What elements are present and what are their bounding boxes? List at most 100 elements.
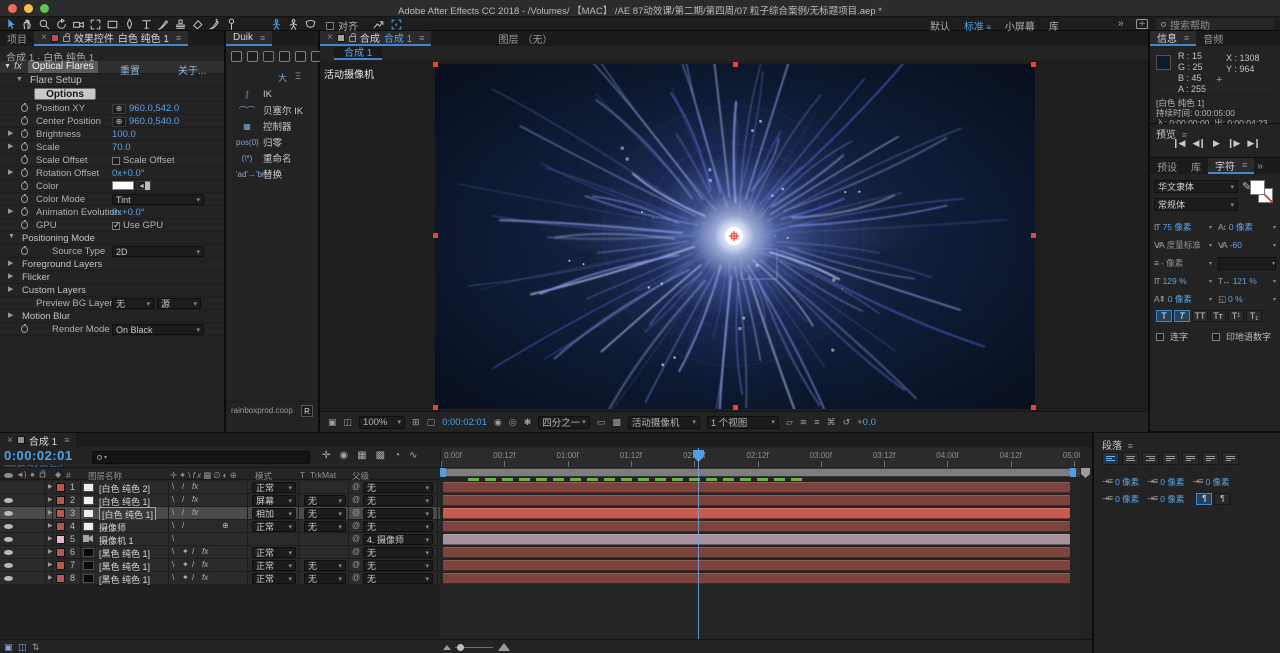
- timeline-layer-row-1[interactable]: ▶ 1 [白色 纯色 2] \ / fx 正常 ▾ @ 无 ▾: [0, 481, 440, 494]
- comp-subtab[interactable]: 合成 1: [334, 47, 383, 60]
- eyedropper-icon[interactable]: ◄█: [137, 181, 151, 190]
- stopwatch-icon[interactable]: [21, 324, 28, 333]
- label-color-chip[interactable]: [56, 548, 65, 557]
- tab-audio[interactable]: 音频: [1196, 31, 1230, 46]
- param-control[interactable]: 70.0: [112, 142, 218, 153]
- magnification-select[interactable]: 100% ▾: [359, 415, 406, 429]
- label-color-chip[interactable]: [56, 574, 65, 583]
- prev-frame-button[interactable]: ◀❙: [1192, 138, 1206, 149]
- timeline-layer-row-6[interactable]: ▶ 6 [黑色 纯色 1] \ ✦ / fx 正常 ▾ @ 无 ▾: [0, 546, 440, 559]
- color-swatch[interactable]: [112, 181, 134, 190]
- next-frame-button[interactable]: ❙▶: [1227, 138, 1241, 149]
- expand-layer-switches-icon[interactable]: ▣: [4, 642, 13, 653]
- group-arrow-icon[interactable]: ▶: [8, 311, 13, 319]
- tab-library[interactable]: 库: [1184, 158, 1208, 174]
- view-select[interactable]: 活动摄像机 ▾: [627, 415, 700, 429]
- panel-menu-icon[interactable]: ≡: [1184, 33, 1189, 43]
- comp-corner-handle[interactable]: [433, 405, 438, 410]
- switch-q-icon[interactable]: \: [172, 508, 174, 517]
- parent-pickwhip-icon[interactable]: @: [352, 573, 360, 582]
- stopwatch-icon[interactable]: [21, 142, 28, 151]
- duik-item-0[interactable]: ʃ IK: [226, 86, 318, 102]
- stopwatch-icon[interactable]: [21, 181, 28, 190]
- walk-cycle-icon[interactable]: [263, 51, 274, 62]
- comp-corner-handle[interactable]: [433, 62, 438, 67]
- all-caps-button[interactable]: TT: [1192, 310, 1208, 322]
- close-icon[interactable]: ×: [41, 32, 47, 43]
- region-of-interest-icon[interactable]: ▭: [597, 417, 606, 428]
- param-expand-icon[interactable]: ▶: [8, 129, 13, 137]
- param-control[interactable]: 100.0: [112, 129, 218, 140]
- param-control[interactable]: 2D ▾: [112, 246, 218, 257]
- space-after-field[interactable]: ⇥≡ 0 像素: [1147, 493, 1184, 505]
- panel-menu-icon[interactable]: ≡: [419, 33, 424, 43]
- indent-first-field[interactable]: ⇥≡ 0 像素: [1147, 476, 1184, 488]
- switch-s-icon[interactable]: /: [192, 547, 194, 556]
- effect-param-brightness[interactable]: ▶ Brightness 100.0: [0, 128, 224, 141]
- param-control[interactable]: On Black ▾: [112, 324, 218, 335]
- hand-tool[interactable]: [21, 18, 34, 31]
- resolution-select[interactable]: 四分之一 ▾: [538, 415, 590, 429]
- switch-fx-icon[interactable]: fx: [192, 508, 198, 517]
- expand-arrow-icon[interactable]: ▶: [48, 548, 53, 555]
- expand-arrow-icon[interactable]: ▶: [48, 496, 53, 503]
- ligatures-checkbox[interactable]: [1156, 332, 1164, 341]
- blend-mode-select[interactable]: 正常 ▾: [252, 547, 296, 558]
- superscript-button[interactable]: T¹: [1228, 310, 1244, 322]
- rotobrush-tool[interactable]: [208, 18, 221, 31]
- parent-pickwhip-icon[interactable]: @: [352, 521, 360, 530]
- param-value[interactable]: 0x+0.0°: [112, 168, 145, 179]
- layer-duration-bar-1[interactable]: [443, 482, 1070, 493]
- align-center-button[interactable]: [1122, 452, 1139, 465]
- layer-duration-bar-5[interactable]: [443, 534, 1070, 545]
- viewport[interactable]: 活动摄像机: [320, 61, 1148, 411]
- effect-param-foreground-layers[interactable]: ▶ Foreground Layers: [0, 258, 224, 271]
- trkmat-select[interactable]: 无 ▾: [304, 508, 346, 519]
- label-color-chip[interactable]: [56, 509, 65, 518]
- effect-name[interactable]: Optical Flares: [28, 61, 98, 73]
- workspace-settings-icon[interactable]: ✛: [1136, 19, 1148, 29]
- expand-arrow-icon[interactable]: ▶: [48, 574, 53, 581]
- param-control[interactable]: 0x+0.0°: [112, 168, 218, 179]
- show-snapshot-icon[interactable]: ◎: [509, 417, 517, 428]
- wiggle-icon[interactable]: [279, 51, 290, 62]
- timeline-zoom-slider[interactable]: [455, 644, 493, 651]
- param-control[interactable]: ⊕ 960.0,542.0: [112, 103, 218, 114]
- brainstorm-icon[interactable]: ◔: [394, 450, 400, 461]
- brush-tool[interactable]: [157, 18, 170, 31]
- position-picker-icon[interactable]: ⊕: [112, 103, 126, 114]
- parent-pickwhip-icon[interactable]: @: [352, 508, 360, 517]
- timeline-layer-row-4[interactable]: ▶ 4 摄像师 \ / ⊕ 正常 ▾ 无 ▾ @ 无 ▾: [0, 520, 440, 533]
- timeline-layer-row-2[interactable]: ▶ 2 [白色 纯色 1] \ / fx 屏幕 ▾ 无 ▾ @ 无 ▾: [0, 494, 440, 507]
- flowchart-icon[interactable]: ⌘: [827, 417, 836, 428]
- comp-corner-handle[interactable]: [733, 405, 738, 410]
- calc-icon[interactable]: [231, 51, 242, 62]
- more-workspaces-chevron[interactable]: »: [1118, 18, 1124, 29]
- param-control[interactable]: ⊕ 960.0,540.0: [112, 116, 218, 127]
- switch-fx-icon[interactable]: fx: [192, 495, 198, 504]
- expand-arrow-icon[interactable]: ▶: [48, 522, 53, 529]
- blend-mode-select[interactable]: 正常 ▾: [252, 482, 296, 493]
- effect-param-source-type[interactable]: Source Type 2D ▾: [0, 245, 224, 258]
- eye-icon[interactable]: [4, 511, 13, 516]
- switch-q-icon[interactable]: \: [172, 534, 174, 543]
- justify-last-left-button[interactable]: [1162, 452, 1179, 465]
- switch-fx-icon[interactable]: fx: [202, 560, 208, 569]
- switch-s-icon[interactable]: /: [182, 482, 184, 491]
- group-arrow-icon[interactable]: ▶: [8, 285, 13, 293]
- group-arrow-icon[interactable]: ▼: [8, 233, 15, 240]
- stroke-style-select[interactable]: ▾: [1218, 256, 1276, 270]
- parent-select[interactable]: 无 ▾: [363, 560, 433, 571]
- effect-param-flicker[interactable]: ▶ Flicker: [0, 271, 224, 284]
- effect-param-rotation-offset[interactable]: ▶ Rotation Offset 0x+0.0°: [0, 167, 224, 180]
- work-area-start-handle[interactable]: [440, 468, 446, 477]
- switch-c-icon[interactable]: ✦: [182, 560, 189, 569]
- timeline-layer-row-8[interactable]: ▶ 8 [黑色 纯色 1] \ ✦ / fx 正常 ▾ 无 ▾ @ 无 ▾: [0, 572, 440, 585]
- collapse-arrow-icon[interactable]: ▼: [4, 63, 11, 70]
- parent-select[interactable]: 无 ▾: [363, 573, 433, 584]
- pan-behind-tool[interactable]: [89, 18, 102, 31]
- tab-presets[interactable]: 预设: [1150, 158, 1184, 174]
- parent-select[interactable]: 无 ▾: [363, 521, 433, 532]
- view-axis-tool[interactable]: [304, 18, 317, 31]
- frame-blend-icon[interactable]: ▦: [357, 450, 366, 461]
